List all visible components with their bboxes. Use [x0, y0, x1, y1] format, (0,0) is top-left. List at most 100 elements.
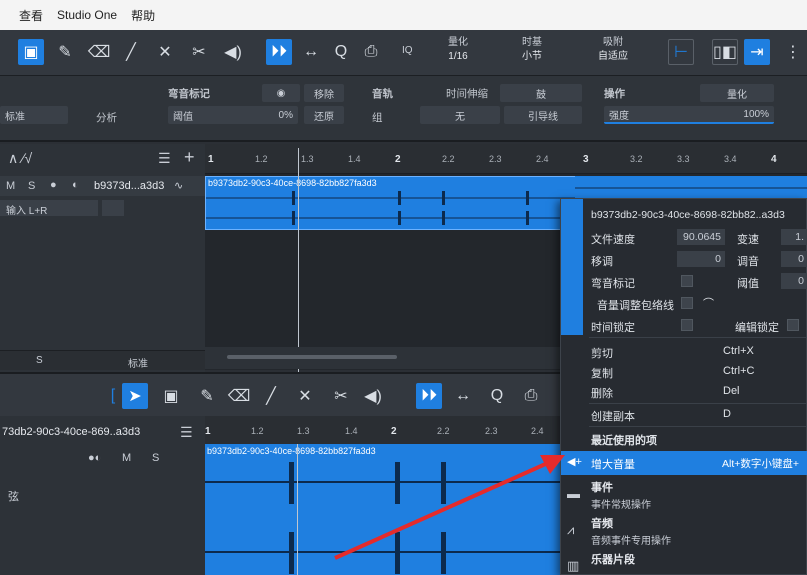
- editor-print-icon[interactable]: ⎙: [518, 383, 544, 409]
- print-tool-icon[interactable]: ⎙: [358, 39, 384, 65]
- clip-waveform: [575, 187, 807, 189]
- footer-mode[interactable]: 标准: [128, 355, 148, 370]
- editor-waveform: [205, 462, 570, 574]
- editlock-checkbox[interactable]: [787, 319, 799, 331]
- editor-eraser-icon[interactable]: ⌫: [226, 383, 252, 409]
- editor-mute-button[interactable]: M: [122, 452, 131, 464]
- playhead[interactable]: [298, 148, 299, 372]
- op-quantize-select[interactable]: 量化: [700, 84, 774, 102]
- instrument-label: 乐器片段: [591, 554, 635, 566]
- monitor-icon[interactable]: ◐: [72, 179, 79, 191]
- cut-shortcut: Ctrl+X: [723, 345, 754, 357]
- more-icon[interactable]: ⋮: [780, 39, 806, 65]
- mode-select[interactable]: 标准: [0, 106, 68, 124]
- menu-item-boost-volume[interactable]: ◀+ 增大音量 Alt+数字小键盘+: [561, 451, 807, 475]
- track-header-panel: ∧ ∕√ ☰ + M S ● ◐ b9373d...a3d3 ∿ 输入 L+R …: [0, 144, 205, 372]
- speed-field[interactable]: 1.: [781, 229, 807, 245]
- main-toolbar: ▣ ✎ ⌫ ╱ ✕ ✂ ◀) ⏵⏵ ↔ Q ⎙ IQ 量化 1/16 时基 小节…: [0, 30, 807, 76]
- horizontal-scrollbar[interactable]: [205, 347, 585, 369]
- play-mode-icon[interactable]: ▯◧: [712, 39, 738, 65]
- editor-zoom-icon[interactable]: Q: [484, 383, 510, 409]
- strength-value: 100%: [743, 108, 769, 120]
- listen-tool-icon[interactable]: ◀): [220, 39, 246, 65]
- audio-clip-continuation[interactable]: [575, 176, 807, 200]
- bend-restore-button[interactable]: 还原: [304, 106, 344, 124]
- scroll-thumb[interactable]: [227, 355, 397, 359]
- timelock-label: 时间锁定: [591, 322, 635, 334]
- timebase-select[interactable]: 时基 小节: [522, 36, 542, 64]
- editor-waveform-lane[interactable]: b9373db2-90c3-40ce-8698-82bb827fa3d3: [205, 444, 570, 575]
- editor-range-tool-icon[interactable]: ▣: [158, 383, 184, 409]
- eye-icon[interactable]: ◉: [262, 84, 300, 102]
- arrange-ruler[interactable]: 1 1.2 1.3 1.4 2 2.2 2.3 2.4 3 3.2 3.3 3.…: [205, 144, 807, 174]
- paint-tool-icon[interactable]: ╱: [118, 39, 144, 65]
- editor-mute-icon[interactable]: ✕: [292, 383, 318, 409]
- iq-button[interactable]: IQ: [402, 44, 413, 58]
- editor-split-icon[interactable]: ✂: [328, 383, 354, 409]
- snap-forward-icon[interactable]: ⏵⏵: [266, 39, 292, 65]
- menu-studio-one[interactable]: Studio One: [57, 8, 117, 22]
- menu-view[interactable]: 查看: [19, 7, 43, 24]
- strength-slider[interactable]: 强度 100%: [604, 106, 774, 124]
- editor-link-icon[interactable]: ●◐: [88, 452, 101, 464]
- solo-button[interactable]: S: [28, 180, 35, 192]
- bend-marker-checkbox[interactable]: [681, 275, 693, 287]
- pencil-tool-icon[interactable]: ✎: [52, 39, 78, 65]
- file-tempo-field[interactable]: 90.0645: [677, 229, 725, 245]
- ruler-tick: 3: [583, 154, 589, 165]
- editor-bend-icon[interactable]: ↔: [450, 383, 476, 409]
- menu-item-duplicate[interactable]: 创建副本: [591, 408, 635, 424]
- stretch-mode-select[interactable]: 鼓: [500, 84, 582, 102]
- timelock-checkbox[interactable]: [681, 319, 693, 331]
- audio-clip[interactable]: b9373db2-90c3-40ce-8698-82bb827fa3d3: [205, 176, 580, 230]
- bend-tool-icon[interactable]: ↔: [298, 39, 324, 65]
- eraser-tool-icon[interactable]: ⌫: [86, 39, 112, 65]
- track-row[interactable]: M S ● ◐ b9373d...a3d3 ∿: [0, 176, 205, 196]
- analyze-button[interactable]: 分析: [96, 110, 117, 125]
- split-tool-icon[interactable]: ✂: [186, 39, 212, 65]
- threshold-field[interactable]: 阈值 0%: [168, 106, 298, 124]
- automation-icon[interactable]: ∧ ∕√: [8, 150, 32, 167]
- guide-select[interactable]: 引导线: [504, 106, 582, 124]
- tune-field[interactable]: 0: [781, 251, 807, 267]
- add-track-icon[interactable]: +: [184, 147, 195, 168]
- ruler-tick: 1: [205, 426, 211, 437]
- transpose-field[interactable]: 0: [677, 251, 725, 267]
- zoom-tool-icon[interactable]: Q: [328, 39, 354, 65]
- toggle-icon[interactable]: [102, 200, 124, 216]
- editor-paint-icon[interactable]: ╱: [258, 383, 284, 409]
- editor-listen-icon[interactable]: ◀): [360, 383, 386, 409]
- range-tool-icon[interactable]: ▣: [18, 39, 44, 65]
- bend-remove-button[interactable]: 移除: [304, 84, 344, 102]
- snap-grid-icon[interactable]: ⊢: [668, 39, 694, 65]
- editor-solo-button[interactable]: S: [152, 452, 159, 464]
- editor-playhead[interactable]: [297, 444, 298, 575]
- menu-item-event[interactable]: ▬ 事件 事件常规操作: [561, 476, 807, 511]
- mute-tool-icon[interactable]: ✕: [152, 39, 178, 65]
- track-name[interactable]: b9373d...a3d3: [94, 180, 164, 192]
- menu-help[interactable]: 帮助: [131, 7, 155, 24]
- menu-item-cut[interactable]: 剪切: [591, 345, 613, 361]
- menu-item-delete[interactable]: 删除: [591, 385, 613, 401]
- editor-ruler[interactable]: 1 1.2 1.3 1.4 2 2.2 2.3 2.4: [205, 416, 570, 444]
- menu-item-audio[interactable]: ⩘ 音频 音频事件专用操作: [561, 512, 807, 547]
- menu-item-copy[interactable]: 复制: [591, 365, 613, 381]
- editor-pencil-icon[interactable]: ✎: [194, 383, 220, 409]
- autoscroll-icon[interactable]: ⇥: [744, 39, 770, 65]
- record-icon[interactable]: ●: [50, 179, 57, 191]
- footer-solo[interactable]: S: [36, 355, 43, 366]
- threshold-field[interactable]: 0: [781, 273, 807, 289]
- editor-event-name[interactable]: 73db2-90c3-40ce-869..a3d3: [2, 426, 140, 438]
- input-select[interactable]: 输入 L+R: [0, 200, 98, 217]
- editor-arrow-tool-icon[interactable]: ➤: [122, 383, 148, 409]
- editor-snap-forward-icon[interactable]: ⏵⏵: [416, 383, 442, 409]
- menu-item-instrument[interactable]: ▥ 乐器片段: [561, 548, 807, 575]
- envelope-checkbox[interactable]: [681, 297, 693, 309]
- editor-list-icon[interactable]: ☰: [180, 424, 193, 441]
- tune-label: 调音: [737, 256, 759, 268]
- quantize-select[interactable]: 量化 1/16: [448, 36, 468, 64]
- list-icon[interactable]: ☰: [158, 150, 171, 167]
- mute-button[interactable]: M: [6, 180, 15, 192]
- stretch-none-select[interactable]: 无: [420, 106, 500, 124]
- snap-select[interactable]: 吸附 自适应: [598, 36, 628, 64]
